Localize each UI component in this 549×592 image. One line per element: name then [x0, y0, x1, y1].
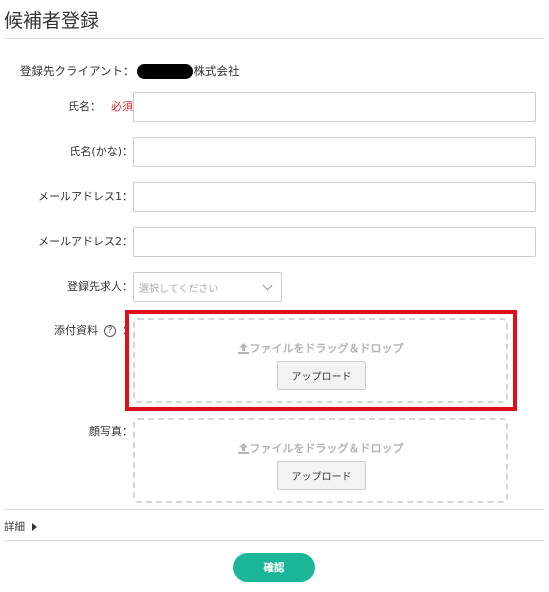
chevron-down-icon [262, 280, 273, 290]
name-kana-input[interactable] [133, 137, 536, 167]
attachment-upload-button[interactable]: アップロード [277, 361, 366, 390]
title-divider [4, 38, 544, 39]
attachment-label-row: 添付資料?： [54, 322, 133, 338]
client-label: 登録先クライアント： [20, 64, 135, 78]
attachment-drop-text: ファイルをドラッグ＆ドロップ [249, 342, 404, 355]
details-label: 詳細 [4, 521, 25, 533]
attachment-label: 添付資料 [54, 324, 98, 337]
caret-right-icon [32, 522, 37, 531]
photo-drop-text: ファイルをドラッグ＆ドロップ [249, 442, 404, 455]
name-input[interactable] [133, 92, 536, 122]
help-icon[interactable]: ? [104, 325, 116, 337]
details-divider-top [4, 509, 544, 510]
email2-label: メールアドレス2： [38, 235, 133, 248]
attachment-drop-text-row: ファイルをドラッグ＆ドロップ [135, 340, 506, 356]
upload-icon [237, 443, 249, 454]
client-suffix: 株式会社 [193, 64, 240, 78]
name-label: 氏名： 必須 [68, 100, 133, 113]
job-select-placeholder: 選択してください [139, 283, 219, 295]
attachment-dropzone[interactable]: ファイルをドラッグ＆ドロップ アップロード [133, 318, 508, 403]
job-select[interactable]: 選択してください [133, 272, 282, 302]
job-label: 登録先求人： [67, 280, 133, 293]
candidate-registration-page: 候補者登録 登録先クライアント： 株式会社 氏名： 必須 氏名(かな)： メールア… [0, 0, 549, 592]
photo-upload-button[interactable]: アップロード [277, 461, 366, 490]
email1-label: メールアドレス1： [38, 190, 133, 203]
required-badge: 必須 [111, 100, 133, 113]
photo-dropzone[interactable]: ファイルをドラッグ＆ドロップ アップロード [133, 418, 508, 503]
email1-input[interactable] [133, 182, 536, 212]
upload-icon [237, 343, 249, 354]
redacted-client-name [136, 63, 193, 79]
client-row: 登録先クライアント： 株式会社 [20, 63, 240, 79]
details-toggle[interactable]: 詳細 [4, 519, 37, 534]
photo-label: 顔写真： [89, 425, 133, 438]
page-title: 候補者登録 [4, 10, 100, 32]
photo-drop-text-row: ファイルをドラッグ＆ドロップ [135, 440, 506, 456]
name-kana-label: 氏名(かな)： [69, 145, 133, 158]
details-divider-bottom [4, 540, 544, 541]
email2-input[interactable] [133, 227, 536, 257]
confirm-button[interactable]: 確認 [233, 553, 315, 582]
